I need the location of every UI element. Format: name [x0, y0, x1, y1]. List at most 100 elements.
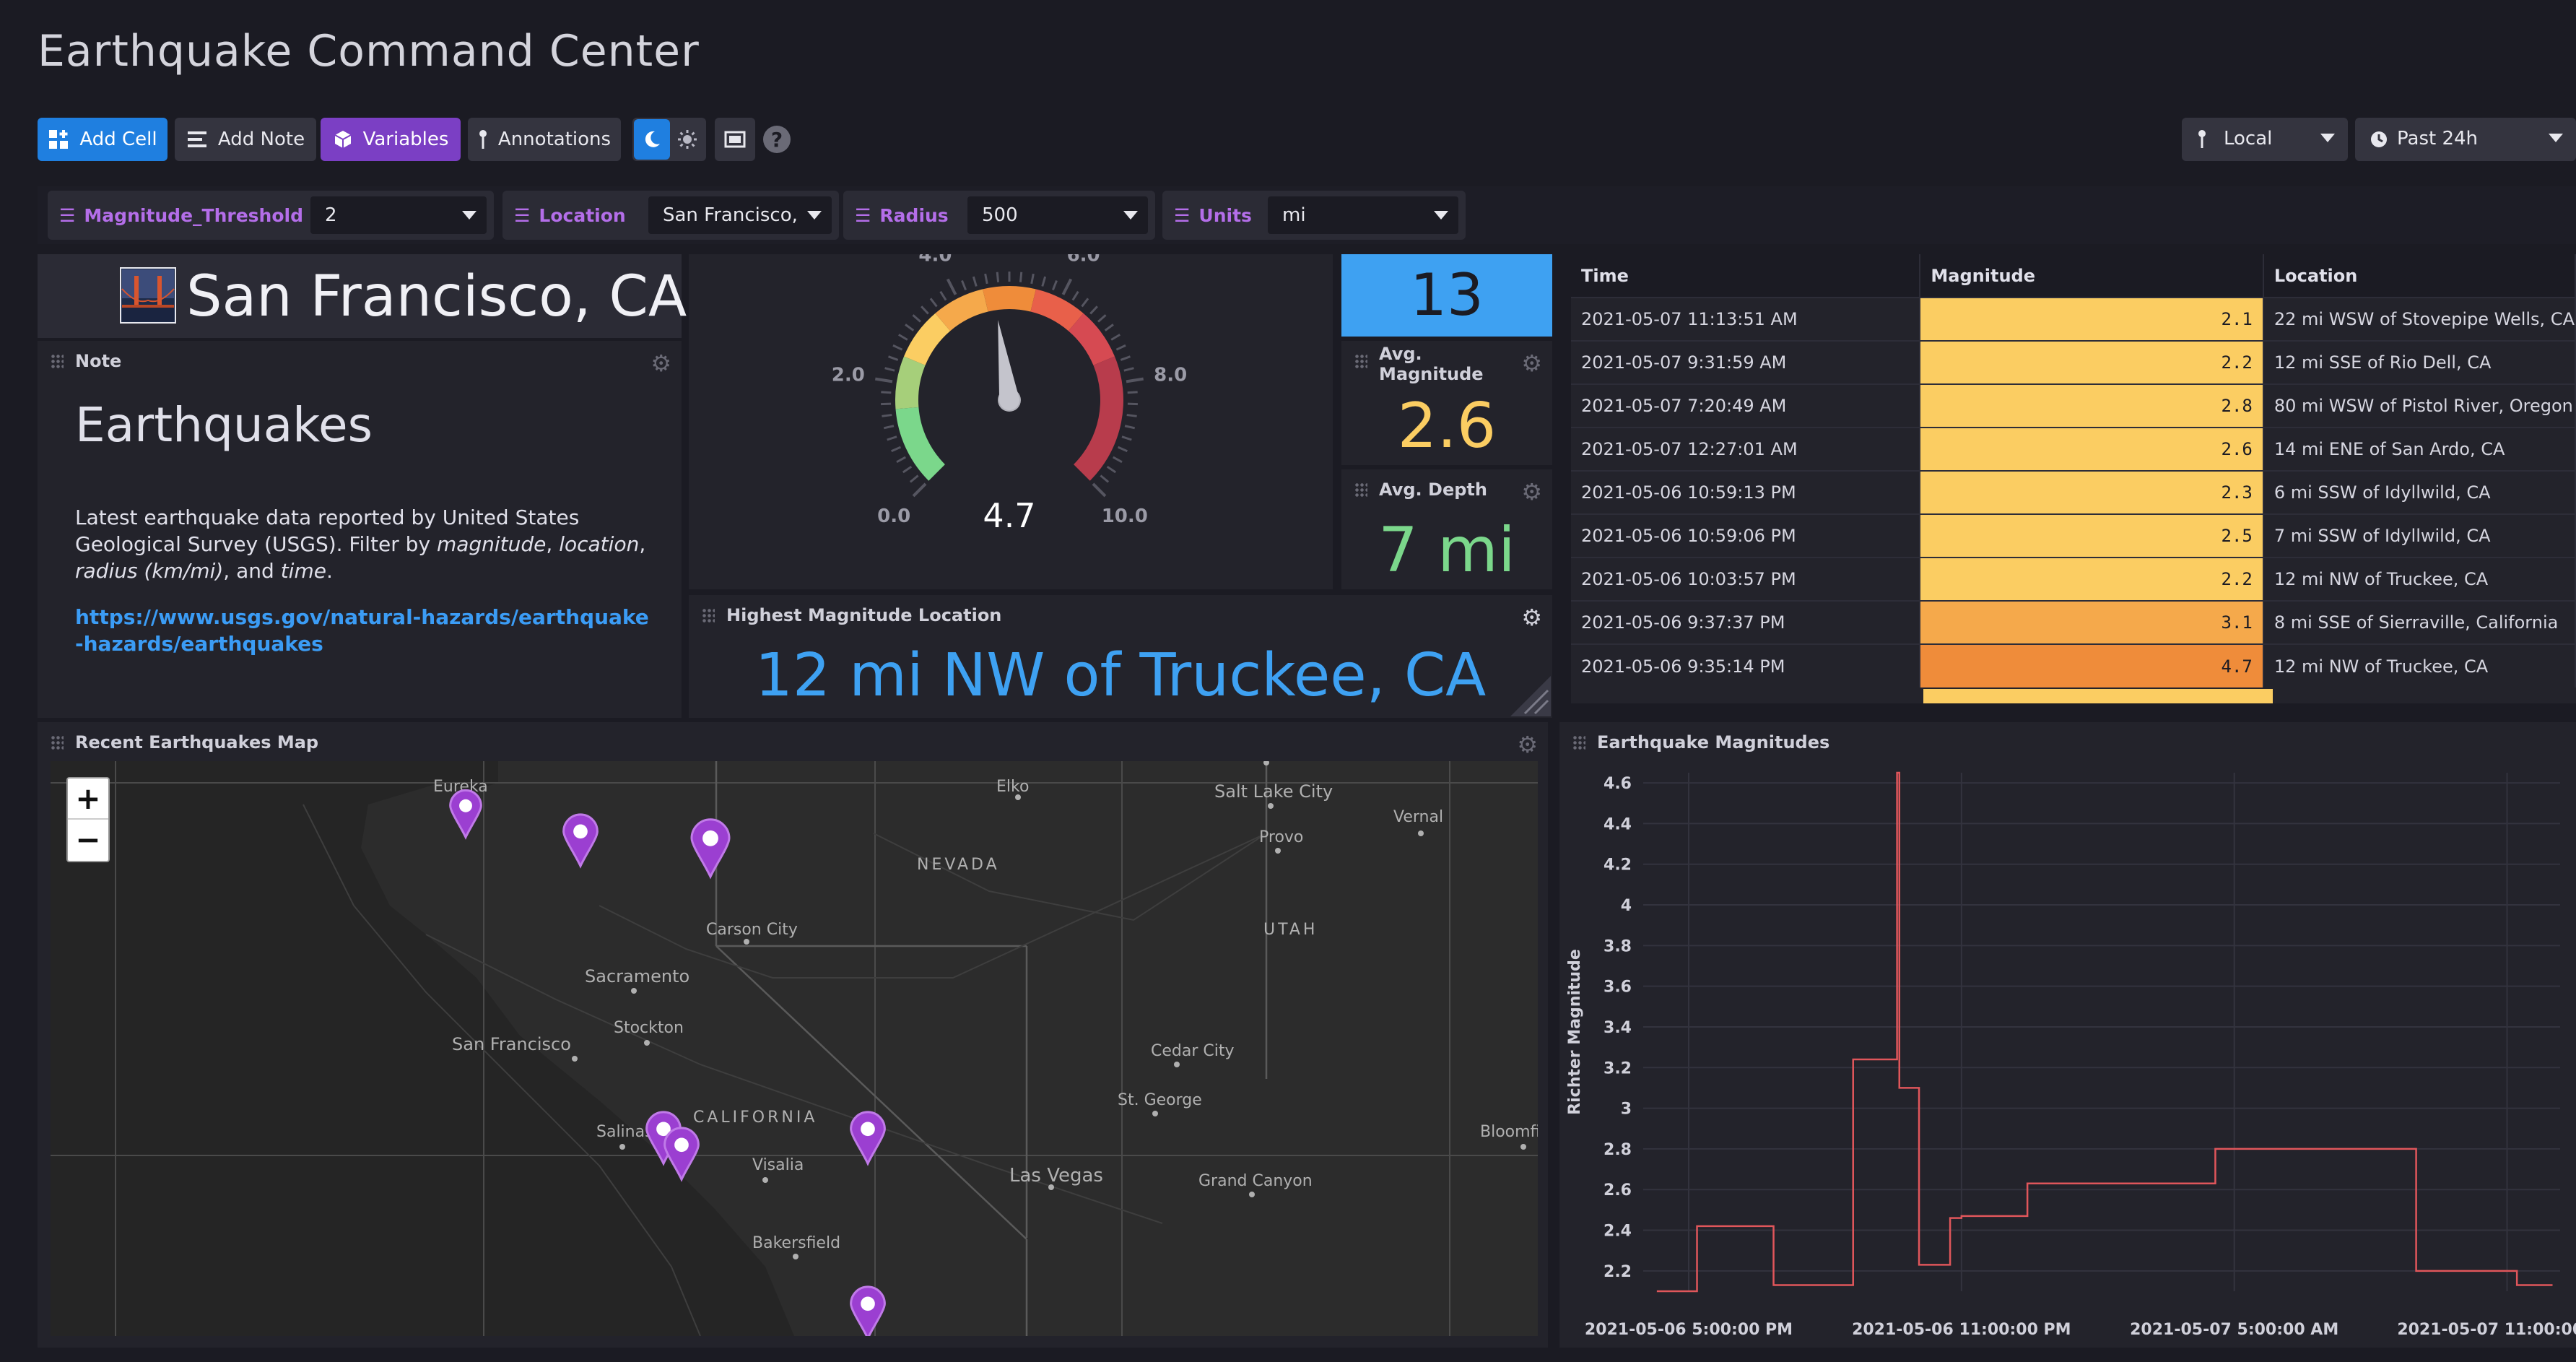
chevron-down-icon — [807, 211, 822, 220]
help-icon[interactable]: ? — [763, 126, 791, 153]
variable-select[interactable]: 500 — [967, 196, 1148, 234]
table-row: 2021-05-07 12:27:01 AM 2.6 14 mi ENE of Sa… — [1571, 427, 2576, 471]
table-row-partial — [1923, 689, 2273, 703]
variable-select[interactable]: 2 — [310, 196, 487, 234]
note-panel: Note ⚙ Earthquakes Latest earthquake dat… — [38, 341, 682, 718]
gauge-tick — [1041, 276, 1047, 287]
y-tick-label: 3.2 — [1604, 1059, 1632, 1077]
usgs-link[interactable]: https://www.usgs.gov/natural-hazards/ear… — [75, 604, 653, 657]
map-label-grand-canyon: Grand Canyon — [1198, 1172, 1313, 1190]
variables-button[interactable]: Variables — [321, 118, 461, 161]
gauge-tick — [972, 276, 978, 287]
hamburger-icon: ☰ — [514, 205, 531, 226]
presentation-mode-button[interactable] — [715, 118, 755, 161]
chevron-down-icon — [2320, 134, 2335, 142]
dark-mode-button[interactable] — [634, 119, 670, 160]
gauge-tick — [1071, 290, 1079, 301]
column-header-time[interactable]: Time — [1571, 254, 1921, 298]
cell-time: 2021-05-06 9:37:37 PM — [1571, 600, 1921, 644]
gear-icon[interactable]: ⚙ — [1517, 731, 1538, 758]
magnitude-gauge: 0.0 2.0 4.0 6.0 8.0 10.0 4.7 — [832, 245, 1187, 535]
gauge-band — [895, 356, 926, 409]
dashboard: Earthquake Command Center Add Cell Add N… — [0, 0, 2576, 1362]
map-label-salinas: Salinas — [596, 1123, 653, 1141]
map-label-salt-lake: Salt Lake City — [1214, 781, 1333, 802]
gauge-tick — [1092, 482, 1107, 498]
drag-handle[interactable] — [51, 354, 64, 368]
y-tick-label: 3.4 — [1604, 1019, 1632, 1037]
gauge-tick — [1051, 279, 1058, 291]
highest-location-value: 12 mi NW of Truckee, CA — [754, 641, 1487, 710]
y-tick-label: 2.8 — [1604, 1141, 1632, 1159]
chevron-down-icon — [1123, 211, 1138, 220]
gauge-tick-label: 0.0 — [877, 506, 910, 527]
x-tick-label: 2021-05-06 11:00:00 PM — [1852, 1321, 2071, 1339]
drag-handle[interactable] — [702, 608, 715, 623]
gauge-tick-label: 4.0 — [918, 254, 952, 266]
cell-location: 12 mi SSE of Rio Dell, CA — [2263, 340, 2576, 384]
time-range-dropdown[interactable]: Past 24h — [2355, 118, 2576, 161]
panel-title: Avg. Depth — [1379, 480, 1487, 500]
gear-icon[interactable]: ⚙ — [1521, 350, 1542, 377]
gauge-tick — [898, 334, 908, 341]
drag-handle[interactable] — [51, 735, 64, 750]
map-label-carson: Carson City — [706, 921, 798, 939]
gauge-band — [1074, 356, 1123, 481]
gauge-tick — [1104, 324, 1114, 331]
hamburger-icon: ☰ — [855, 205, 871, 226]
gauge-tick — [1124, 425, 1136, 430]
magnitude-chart-panel: Earthquake Magnitudes 2.2 2.4 2.6 2.8 3 3.2 3.… — [1559, 722, 2576, 1348]
theme-toggle[interactable] — [632, 118, 706, 161]
gauge-band — [895, 407, 945, 481]
drag-handle[interactable] — [1354, 482, 1367, 497]
map-label-vernal: Vernal — [1393, 808, 1443, 826]
add-note-button[interactable]: Add Note — [175, 118, 316, 161]
variable-select[interactable]: San Francisco, CA — [648, 196, 832, 234]
gear-icon[interactable]: ⚙ — [1521, 604, 1542, 631]
add-cell-button[interactable]: Add Cell — [38, 118, 167, 161]
map-label-california: CALIFORNIA — [693, 1109, 817, 1127]
gauge-tick — [1126, 377, 1144, 383]
zoom-in-button[interactable]: + — [68, 778, 108, 820]
map-label-cedar: Cedar City — [1151, 1042, 1235, 1060]
column-header-location[interactable]: Location — [2263, 254, 2576, 298]
variable-location: ☰Location San Francisco, CA — [502, 191, 839, 240]
gear-icon[interactable]: ⚙ — [1521, 478, 1542, 506]
zoom-out-button[interactable]: − — [68, 820, 108, 861]
count-panel: 13 — [1341, 254, 1552, 337]
gauge-tick — [1106, 465, 1117, 474]
cell-time: 2021-05-06 10:59:13 PM — [1571, 470, 1921, 514]
map-canvas[interactable]: Eureka Elko Salt Lake City Vernal Provo … — [51, 761, 1538, 1336]
drag-handle[interactable] — [1354, 354, 1367, 368]
table-row: 2021-05-06 10:03:57 PM 2.2 12 mi NW of Tru… — [1571, 557, 2576, 601]
chevron-down-icon — [2549, 134, 2563, 142]
annotation-pin-icon — [479, 130, 487, 149]
x-tick-label: 2021-05-07 5:00:00 AM — [2130, 1321, 2338, 1339]
column-header-magnitude[interactable]: Magnitude — [1920, 254, 2264, 298]
y-tick-label: 2.2 — [1604, 1263, 1632, 1281]
page-title: Earthquake Command Center — [38, 26, 700, 77]
light-mode-button[interactable] — [670, 119, 705, 160]
annotations-button[interactable]: Annotations — [468, 118, 621, 161]
cell-location: 12 mi NW of Truckee, CA — [2263, 557, 2576, 601]
gauge-tick — [1117, 446, 1128, 453]
variable-label: ☰ Location — [514, 205, 626, 226]
gauge-tick — [1123, 367, 1134, 372]
y-tick-label: 4 — [1621, 897, 1632, 915]
gauge-tick — [875, 377, 893, 383]
resize-handle-icon[interactable] — [1510, 676, 1551, 716]
table-header-row: Time Magnitude Location — [1571, 254, 2576, 298]
timezone-dropdown[interactable]: Local — [2182, 118, 2348, 161]
table-body: 2021-05-07 11:13:51 AM 2.1 22 mi WSW of St… — [1571, 297, 2576, 687]
gauge-tick — [912, 314, 921, 323]
table-row: 2021-05-06 9:37:37 PM 3.1 8 mi SSE of Sier… — [1571, 600, 2576, 644]
variable-select[interactable]: mi — [1268, 196, 1458, 234]
cell-magnitude: 2.6 — [1920, 427, 2264, 471]
panel-title: Highest Magnitude Location — [726, 605, 1002, 625]
gauge-tick — [887, 435, 897, 441]
map-label-provo: Provo — [1259, 828, 1303, 846]
add-cell-icon — [49, 130, 69, 149]
variable-value: mi — [1282, 204, 1306, 226]
gear-icon[interactable]: ⚙ — [650, 350, 671, 377]
add-cell-label: Add Cell — [79, 129, 157, 150]
